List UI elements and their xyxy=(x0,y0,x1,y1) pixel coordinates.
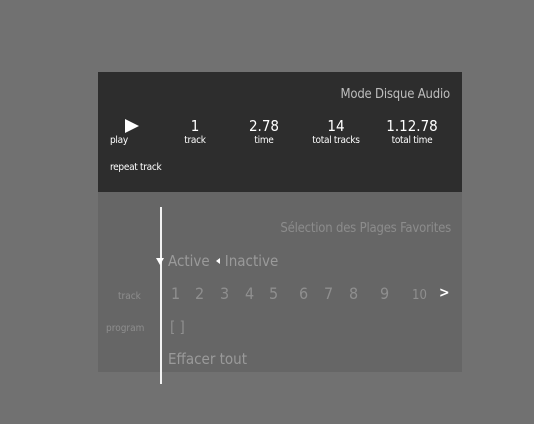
total-time-value: 1.12.78 xyxy=(386,117,438,135)
track-number-2[interactable]: 2 xyxy=(195,284,204,303)
clear-all-button[interactable]: Effacer tout xyxy=(168,350,247,368)
program-slot[interactable]: [ ] xyxy=(170,318,185,336)
track-value: 1 xyxy=(190,117,200,135)
favorites-panel: Sélection des Plages Favorites xyxy=(98,192,462,372)
now-playing-panel: Mode Disque Audio play repeat track 1 tr… xyxy=(98,72,462,192)
track-label: track xyxy=(184,135,206,146)
repeat-mode-label: repeat track xyxy=(110,162,162,173)
left-arrow-icon xyxy=(215,257,220,264)
track-number-1[interactable]: 1 xyxy=(171,284,180,303)
total-time-status: 1.12.78 total time xyxy=(377,117,447,147)
time-value: 2.78 xyxy=(248,117,280,135)
inactive-option[interactable]: Inactive xyxy=(225,252,279,270)
time-status: 2.78 time xyxy=(239,117,289,147)
track-row-label: track xyxy=(118,291,141,302)
dvd-menu-screen: Mode Disque Audio play repeat track 1 tr… xyxy=(0,0,534,424)
column-divider xyxy=(160,207,162,384)
play-label: play xyxy=(110,135,128,146)
track-number-5[interactable]: 5 xyxy=(269,284,278,303)
track-number-7[interactable]: 7 xyxy=(324,284,333,303)
total-tracks-label: total tracks xyxy=(312,135,360,146)
selection-cursor-icon xyxy=(156,258,164,265)
favorites-title: Sélection des Plages Favorites xyxy=(280,221,451,236)
play-status[interactable]: play xyxy=(110,117,150,147)
track-number-10[interactable]: 10 xyxy=(412,288,427,303)
track-number-8[interactable]: 8 xyxy=(349,284,358,303)
mode-title: Mode Disque Audio xyxy=(340,87,450,102)
next-page-arrow-icon[interactable]: > xyxy=(439,285,450,301)
total-time-label: total time xyxy=(391,135,433,146)
total-tracks-status: 14 total tracks xyxy=(301,117,371,147)
program-row-label: program xyxy=(106,323,145,334)
track-number-6[interactable]: 6 xyxy=(299,284,308,303)
active-toggle[interactable]: Active Inactive xyxy=(168,252,278,270)
active-option[interactable]: Active xyxy=(168,252,210,270)
total-tracks-value: 14 xyxy=(327,117,345,135)
track-number-3[interactable]: 3 xyxy=(220,284,229,303)
play-icon xyxy=(125,119,139,133)
track-number-4[interactable]: 4 xyxy=(245,284,254,303)
track-status: 1 track xyxy=(170,117,220,147)
track-number-9[interactable]: 9 xyxy=(380,284,389,303)
time-label: time xyxy=(254,135,274,146)
